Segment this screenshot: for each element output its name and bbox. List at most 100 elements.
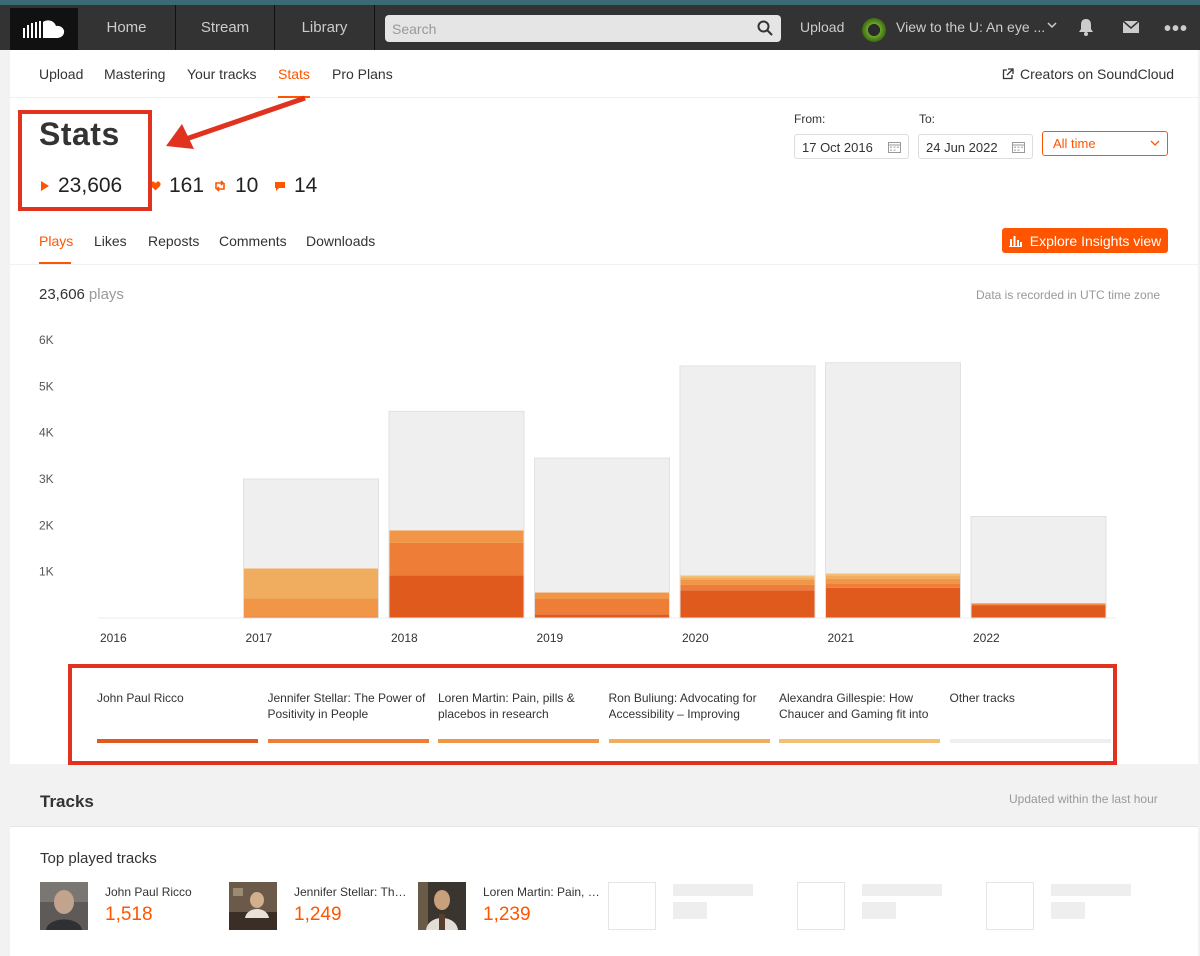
track-item[interactable]: John Paul Ricco 1,518: [40, 882, 220, 932]
nav-library[interactable]: Library: [275, 5, 375, 50]
subnav-pro-plans[interactable]: Pro Plans: [332, 66, 393, 82]
subnav-stats[interactable]: Stats: [278, 66, 310, 82]
legend-label: Loren Martin: Pain, pills & placebos in …: [438, 691, 575, 721]
bar-segment[interactable]: [389, 411, 524, 531]
y-tick-label: 4K: [39, 426, 54, 440]
likes-count: 161: [150, 174, 204, 198]
top-bar: Home Stream Library Upload View to the U…: [0, 0, 1200, 50]
plays-bar-chart: 1K 2K 3K 4K 5K 6K 2016 2017 2018 2019 2020 2021 2022: [39, 333, 1117, 645]
x-tick-label: 2018: [391, 631, 418, 645]
upload-link[interactable]: Upload: [800, 19, 844, 35]
explore-insights-button[interactable]: Explore Insights view: [1002, 228, 1168, 253]
search-input[interactable]: [385, 15, 745, 42]
track-plays: 1,249: [294, 904, 342, 925]
bar-segment[interactable]: [680, 575, 815, 578]
nav-stream[interactable]: Stream: [176, 5, 275, 50]
track-placeholder: [986, 882, 1166, 932]
bar-segment[interactable]: [971, 605, 1106, 618]
bar-segment[interactable]: [971, 603, 1106, 605]
active-tab-indicator: [39, 262, 71, 264]
legend-label: John Paul Ricco: [97, 691, 184, 705]
subnav-your-tracks[interactable]: Your tracks: [187, 66, 257, 82]
bar-segment[interactable]: [825, 573, 961, 576]
tracks-card: Top played tracks John Paul Ricco 1,518 …: [10, 826, 1198, 956]
bar-segment[interactable]: [534, 599, 670, 615]
bar-segment[interactable]: [389, 575, 524, 618]
track-artwork[interactable]: [40, 882, 88, 930]
bar-segment[interactable]: [825, 583, 961, 588]
tab-downloads[interactable]: Downloads: [306, 233, 375, 249]
bar-segment[interactable]: [680, 584, 815, 591]
comments-count: 14: [274, 174, 317, 198]
bar-segment[interactable]: [534, 458, 670, 593]
subnav-upload[interactable]: Upload: [39, 66, 83, 82]
creators-link[interactable]: Creators on SoundCloud: [1002, 66, 1174, 82]
bar-segment[interactable]: [825, 578, 961, 584]
bell-icon[interactable]: [1078, 18, 1094, 36]
bar-segment[interactable]: [825, 587, 961, 618]
track-plays: 1,239: [483, 904, 531, 925]
legend-label: Other tracks: [949, 691, 1015, 705]
soundcloud-logo[interactable]: [10, 8, 78, 50]
subnav-mastering[interactable]: Mastering: [104, 66, 165, 82]
legend-item[interactable]: John Paul Ricco: [97, 690, 259, 743]
mail-icon[interactable]: [1122, 20, 1140, 34]
bar-segment[interactable]: [534, 592, 670, 600]
bar-segment[interactable]: [825, 362, 961, 574]
bar-segment[interactable]: [243, 598, 379, 617]
bar-segment[interactable]: [971, 604, 1106, 606]
calendar-icon[interactable]: [1012, 141, 1025, 153]
bar-segment[interactable]: [825, 575, 961, 579]
track-item[interactable]: Jennifer Stellar: The Power of Positivit…: [229, 882, 412, 932]
legend-item[interactable]: Other tracks: [949, 690, 1112, 743]
external-link-icon: [1002, 68, 1014, 80]
track-plays: 1,518: [105, 904, 153, 925]
bar-segment[interactable]: [680, 577, 815, 581]
nav-home[interactable]: Home: [78, 5, 176, 50]
x-tick-label: 2016: [100, 631, 127, 645]
track-item[interactable]: Loren Martin: Pain, pills & placebos in …: [418, 882, 601, 932]
chevron-down-icon[interactable]: [1047, 21, 1057, 29]
calendar-icon[interactable]: [888, 141, 901, 153]
bar-segment[interactable]: [243, 568, 379, 599]
tab-comments[interactable]: Comments: [219, 233, 287, 249]
track-artwork[interactable]: [229, 882, 277, 930]
legend-item[interactable]: Loren Martin: Pain, pills & placebos in …: [438, 690, 600, 743]
reposts-count: 10: [213, 174, 258, 198]
legend-swatch: [949, 739, 1111, 743]
to-date-field[interactable]: 24 Jun 2022: [918, 134, 1033, 159]
y-tick-label: 6K: [39, 333, 54, 347]
tab-plays[interactable]: Plays: [39, 233, 73, 249]
bar-segment[interactable]: [680, 590, 815, 618]
legend-item[interactable]: Jennifer Stellar: The Power of Positivit…: [267, 690, 430, 743]
annotation-arrow: [166, 95, 306, 149]
bar-segment[interactable]: [243, 616, 379, 618]
bar-segment[interactable]: [680, 365, 815, 576]
bar-segment[interactable]: [389, 542, 524, 576]
tab-reposts[interactable]: Reposts: [148, 233, 199, 249]
placeholder-count: [673, 902, 707, 919]
legend-item[interactable]: Alexandra Gillespie: How Chaucer and Gam…: [779, 690, 941, 743]
legend-item[interactable]: Ron Buliung: Advocating for Accessibilit…: [608, 690, 771, 743]
track-title: Jennifer Stellar: The Power of Positivit…: [294, 885, 412, 899]
x-tick-label: 2020: [682, 631, 709, 645]
user-menu-name[interactable]: View to the U: An eye ...: [896, 19, 1045, 35]
period-select[interactable]: All time: [1042, 131, 1168, 156]
track-artwork[interactable]: [418, 882, 466, 930]
from-date-field[interactable]: 17 Oct 2016: [794, 134, 909, 159]
bar-segment[interactable]: [534, 614, 670, 618]
bar-segment[interactable]: [680, 580, 815, 585]
legend-label: Alexandra Gillespie: How Chaucer and Gam…: [779, 691, 929, 721]
top-played-title: Top played tracks: [40, 850, 157, 867]
likes-value: 161: [169, 174, 205, 197]
bar-segment[interactable]: [971, 516, 1106, 604]
tab-likes[interactable]: Likes: [94, 233, 127, 249]
search-icon[interactable]: [757, 20, 773, 36]
bar-segment[interactable]: [243, 479, 379, 569]
avatar[interactable]: [862, 18, 886, 42]
legend-swatch: [438, 739, 599, 743]
bar-segment[interactable]: [389, 530, 524, 543]
explore-insights-label: Explore Insights view: [1029, 232, 1162, 249]
more-icon[interactable]: •••: [1164, 18, 1188, 41]
total-plays-value: 23,606: [39, 286, 85, 303]
